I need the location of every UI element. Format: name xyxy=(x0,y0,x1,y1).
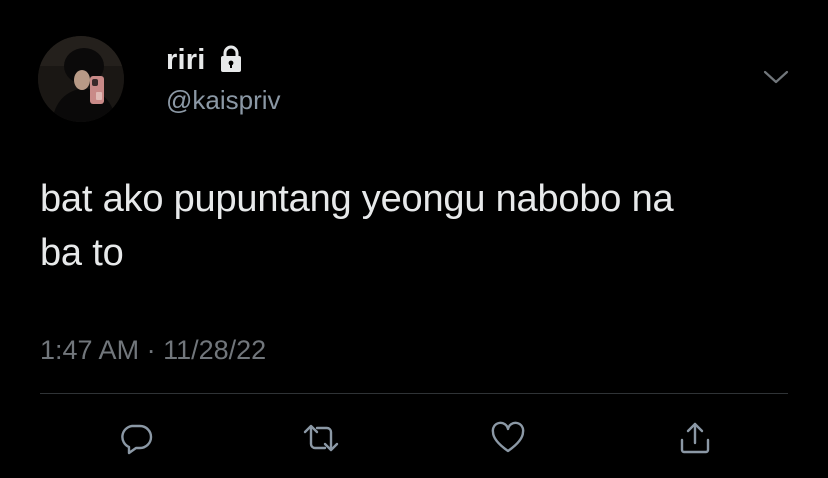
avatar-image xyxy=(38,36,124,122)
divider xyxy=(40,393,788,394)
chevron-down-icon[interactable] xyxy=(762,66,790,88)
tweet-text: bat ako pupuntang yeongu nabobo na ba to xyxy=(40,172,800,280)
tweet-text-line: ba to xyxy=(40,232,124,274)
like-button[interactable] xyxy=(488,418,528,458)
retweet-icon xyxy=(303,424,339,452)
avatar[interactable] xyxy=(38,36,124,122)
tweet-date: 11/28/22 xyxy=(163,335,267,365)
lock-icon xyxy=(221,45,241,72)
retweet-button[interactable] xyxy=(301,418,341,458)
reply-button[interactable] xyxy=(116,418,156,458)
heart-icon xyxy=(491,421,525,453)
reply-icon xyxy=(121,424,153,455)
display-name[interactable]: riri xyxy=(166,42,206,78)
tweet-time: 1:47 AM xyxy=(40,335,140,365)
share-icon xyxy=(680,422,710,454)
user-handle[interactable]: @kaispriv xyxy=(166,84,281,116)
tweet-card: riri @kaispriv bat ako pupuntang yeongu … xyxy=(0,0,828,478)
share-button[interactable] xyxy=(675,418,715,458)
tweet-timestamp[interactable]: 1:47 AM · 11/28/22 xyxy=(40,333,266,367)
timestamp-separator: · xyxy=(146,335,156,365)
tweet-text-line: bat ako pupuntang yeongu nabobo na xyxy=(40,178,674,220)
